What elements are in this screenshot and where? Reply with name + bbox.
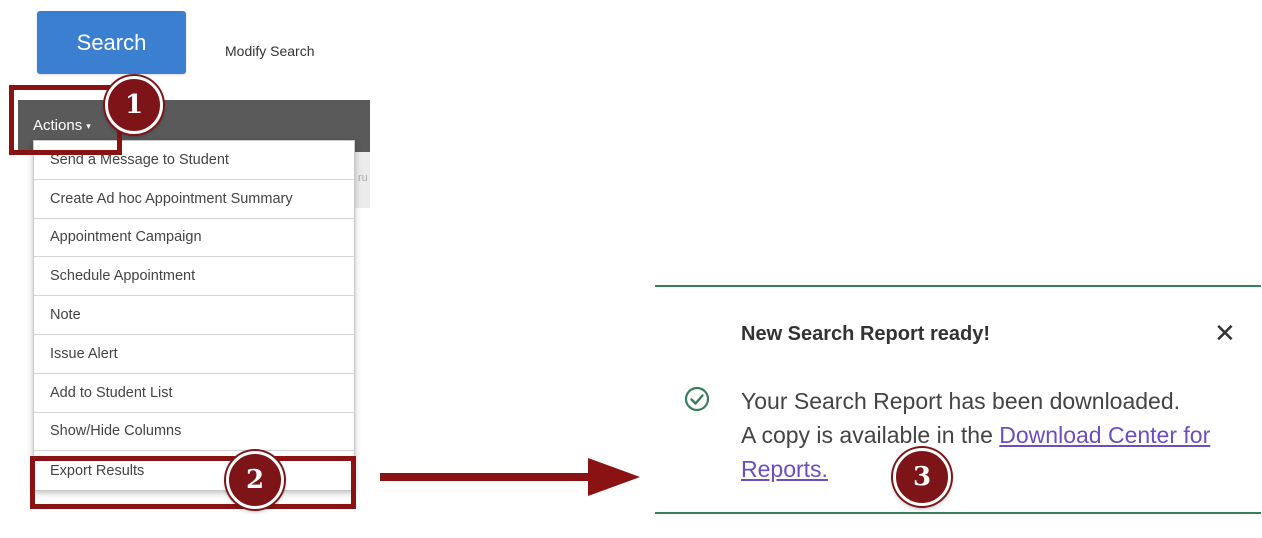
actions-menu: Send a Message to Student Create Ad hoc …: [33, 140, 355, 492]
menu-item-show-hide-columns[interactable]: Show/Hide Columns: [34, 413, 354, 452]
menu-item-ad-hoc-summary[interactable]: Create Ad hoc Appointment Summary: [34, 180, 354, 219]
callout-badge-3: 3: [893, 448, 951, 506]
toast-message-line1: Your Search Report has been downloaded.: [741, 388, 1181, 414]
arrow-right-icon: [380, 473, 590, 481]
highlight-export-results: [30, 456, 356, 509]
check-circle-icon: [684, 386, 710, 412]
menu-item-note[interactable]: Note: [34, 296, 354, 335]
callout-badge-1: 1: [105, 76, 163, 134]
arrow-head-icon: [588, 458, 640, 496]
toast-bottom-border: [655, 512, 1261, 514]
toast-message: Your Search Report has been downloaded. …: [741, 384, 1241, 486]
toast-top-border: [655, 285, 1261, 287]
search-button[interactable]: Search: [37, 11, 186, 74]
callout-badge-2: 2: [226, 451, 284, 509]
toast-title: New Search Report ready!: [741, 323, 990, 345]
menu-item-issue-alert[interactable]: Issue Alert: [34, 335, 354, 374]
highlight-actions: [9, 85, 122, 155]
menu-item-schedule-appointment[interactable]: Schedule Appointment: [34, 257, 354, 297]
menu-item-appointment-campaign[interactable]: Appointment Campaign: [34, 219, 354, 258]
menu-item-add-to-student-list[interactable]: Add to Student List: [34, 374, 354, 413]
table-header-fragment-text: ru: [358, 172, 368, 184]
modify-search-link[interactable]: Modify Search: [225, 43, 314, 59]
toast-message-line2: A copy is available in the: [741, 422, 1000, 448]
close-icon[interactable]: ✕: [1214, 320, 1236, 346]
